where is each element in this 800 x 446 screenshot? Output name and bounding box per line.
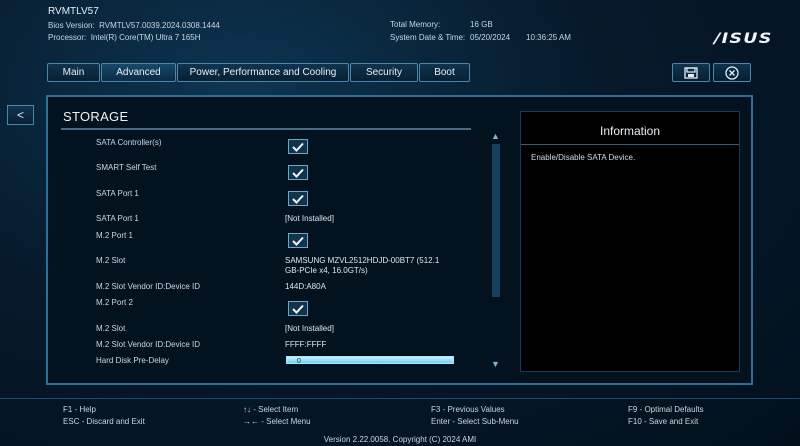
m2-port-2-label: M.2 Port 2 bbox=[96, 298, 133, 307]
help-group-3: F3 - Previous Values Enter - Select Sub-… bbox=[431, 404, 519, 428]
date-value: 05/20/2024 bbox=[470, 33, 511, 42]
m2-slot-2-value: [Not Installed] bbox=[285, 324, 334, 333]
checkmark-icon bbox=[292, 142, 304, 152]
page-title: STORAGE bbox=[63, 109, 129, 124]
save-button[interactable] bbox=[672, 63, 710, 82]
help-group-2: ↑↓ - Select Item →← - Select Menu bbox=[243, 404, 311, 428]
model-name: RVMTLV57 bbox=[48, 6, 99, 17]
tab-security[interactable]: Security bbox=[350, 63, 418, 82]
m2-slot-vendor-label: M.2 Slot Vendor ID:Device ID bbox=[96, 282, 201, 291]
checkmark-icon bbox=[292, 194, 304, 204]
checkmark-icon bbox=[292, 304, 304, 314]
hard-disk-pre-delay-label: Hard Disk Pre-Delay bbox=[96, 356, 169, 365]
m2-slot-value-line2: GB-PCIe x4, 16.0GT/s) bbox=[285, 266, 368, 275]
footer-divider bbox=[0, 398, 800, 399]
m2-port-2-checkbox[interactable] bbox=[288, 301, 308, 316]
tab-power-performance-cooling[interactable]: Power, Performance and Cooling bbox=[177, 63, 349, 82]
bios-version-label: Bios Version: bbox=[48, 21, 95, 30]
version-text: Version 2.22.0058. Copyright (C) 2024 AM… bbox=[323, 435, 477, 444]
system-status: Total Memory: 16 GB System Date & Time: 05… bbox=[390, 18, 571, 44]
m2-slot-value-line1: SAMSUNG MZVL2512HDJD-00BT7 (512.1 bbox=[285, 256, 440, 265]
help-arrows: ↑↓ - Select Item bbox=[243, 405, 299, 414]
help-group-1: F1 - Help ESC - Discard and Exit bbox=[63, 404, 145, 428]
scroll-down-icon[interactable]: ▼ bbox=[491, 359, 500, 369]
tab-main[interactable]: Main bbox=[47, 63, 100, 82]
m2-slot-2-vendor-label: M.2 Slot Vendor ID:Device ID bbox=[96, 340, 201, 349]
floppy-disk-icon bbox=[684, 66, 698, 79]
m2-slot-label: M.2 Slot bbox=[96, 256, 126, 265]
help-f10: F10 - Save and Exit bbox=[628, 417, 699, 426]
help-f9: F9 - Optimal Defaults bbox=[628, 405, 704, 414]
sata-port-1-status-value: [Not Installed] bbox=[285, 214, 334, 223]
scroll-up-icon[interactable]: ▲ bbox=[491, 131, 500, 141]
m2-slot-vendor-value: 144D:A80A bbox=[285, 282, 326, 291]
help-select-menu: →← - Select Menu bbox=[243, 417, 311, 426]
tab-boot[interactable]: Boot bbox=[419, 63, 470, 82]
storage-panel: STORAGE SATA Controller(s) SMART Self Te… bbox=[46, 95, 753, 385]
help-group-4: F9 - Optimal Defaults F10 - Save and Exi… bbox=[628, 404, 704, 428]
m2-port-1-checkbox[interactable] bbox=[288, 233, 308, 248]
information-title: Information bbox=[521, 112, 739, 145]
information-panel: Information Enable/Disable SATA Device. bbox=[520, 111, 740, 372]
sata-controllers-checkbox[interactable] bbox=[288, 139, 308, 154]
help-enter: Enter - Select Sub-Menu bbox=[431, 417, 519, 426]
hard-disk-pre-delay-input[interactable]: 0 bbox=[286, 356, 454, 364]
help-esc: ESC - Discard and Exit bbox=[63, 417, 145, 426]
checkmark-icon bbox=[292, 168, 304, 178]
title-divider bbox=[61, 128, 471, 130]
smart-self-test-label: SMART Self Test bbox=[96, 163, 157, 172]
total-memory-value: 16 GB bbox=[470, 20, 493, 29]
time-value: 10:36:25 AM bbox=[526, 33, 571, 42]
help-f3: F3 - Previous Values bbox=[431, 405, 505, 414]
exit-button[interactable] bbox=[713, 63, 751, 82]
back-button[interactable]: < bbox=[7, 105, 34, 125]
sata-port-1-checkbox[interactable] bbox=[288, 191, 308, 206]
m2-port-1-label: M.2 Port 1 bbox=[96, 231, 133, 240]
sata-port-1-label: SATA Port 1 bbox=[96, 189, 139, 198]
total-memory-label: Total Memory: bbox=[390, 20, 441, 29]
help-f1: F1 - Help bbox=[63, 405, 96, 414]
processor-label: Processor: bbox=[48, 33, 87, 42]
scrollbar-thumb[interactable] bbox=[492, 144, 500, 297]
checkmark-icon bbox=[292, 236, 304, 246]
tab-advanced[interactable]: Advanced bbox=[101, 63, 176, 82]
m2-slot-2-vendor-value: FFFF:FFFF bbox=[285, 340, 327, 349]
information-text: Enable/Disable SATA Device. bbox=[531, 153, 636, 162]
sata-controllers-label: SATA Controller(s) bbox=[96, 138, 162, 147]
sata-port-1-status-label: SATA Port 1 bbox=[96, 214, 139, 223]
date-time-label: System Date & Time: bbox=[390, 33, 466, 42]
processor-value: Intel(R) Core(TM) Ultra 7 165H bbox=[90, 33, 201, 42]
system-info: RVMTLV57 Bios Version: RVMTLV57.0039.202… bbox=[48, 6, 220, 44]
close-circle-icon bbox=[725, 65, 739, 80]
smart-self-test-checkbox[interactable] bbox=[288, 165, 308, 180]
m2-slot-2-label: M.2 Slot bbox=[96, 324, 126, 333]
bios-version-value: RVMTLV57.0039.2024.0308.1444 bbox=[99, 21, 220, 30]
asus-logo: /ISUS bbox=[714, 31, 773, 47]
